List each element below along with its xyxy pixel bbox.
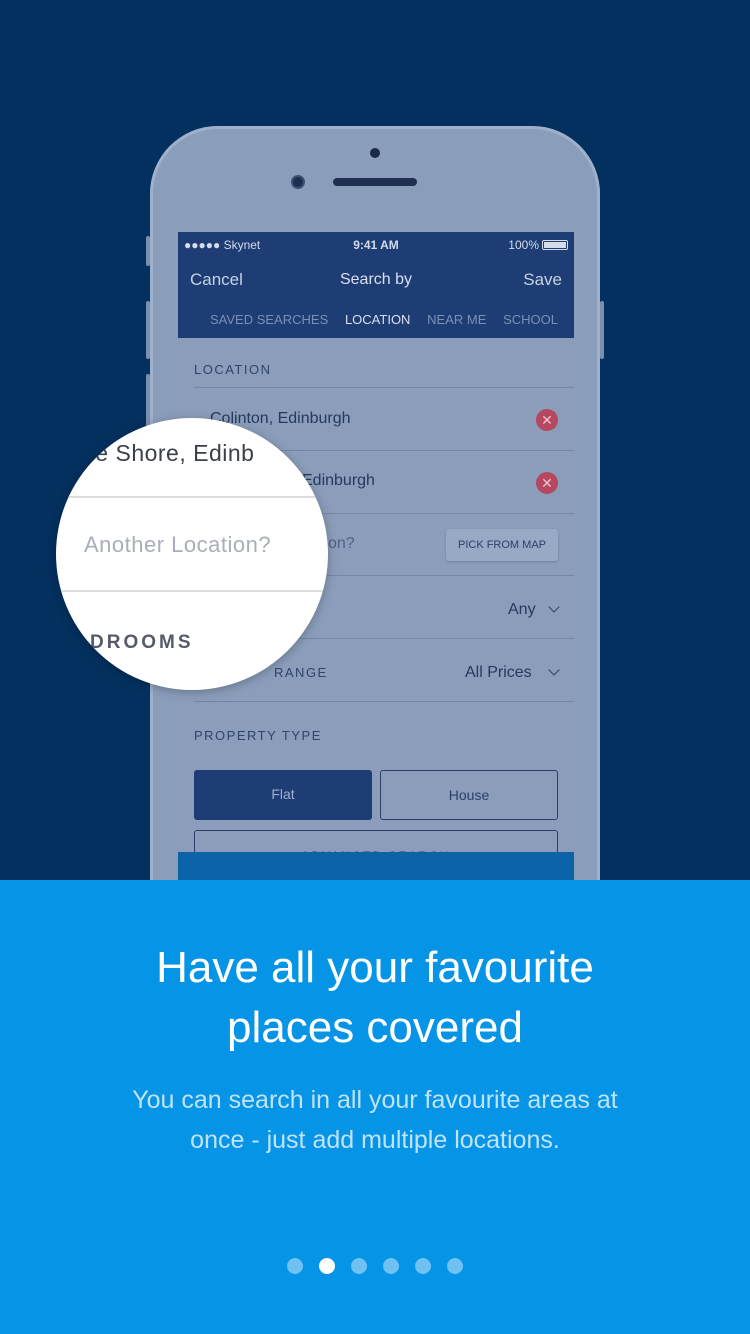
page-dot[interactable] xyxy=(447,1258,463,1274)
divider xyxy=(56,496,328,498)
battery-icon xyxy=(542,240,568,250)
page-dot[interactable] xyxy=(415,1258,431,1274)
tab-location[interactable]: LOCATION xyxy=(345,312,411,330)
search-tabs: SAVED SEARCHES LOCATION NEAR ME SCHOOL xyxy=(178,312,574,330)
battery-percent: 100% xyxy=(508,238,539,252)
description-line-1: You can search in all your favourite are… xyxy=(132,1086,618,1114)
magnified-bedrooms-label: DROOMS xyxy=(90,632,194,653)
divider xyxy=(194,701,574,702)
remove-location-2-button[interactable]: ✕ xyxy=(536,472,558,494)
onboarding-description: You can search in all your favourite are… xyxy=(80,1080,670,1160)
tab-school[interactable]: SCHOOL xyxy=(503,312,558,330)
tab-near-me[interactable]: NEAR ME xyxy=(427,312,486,330)
page-indicator xyxy=(0,1258,750,1274)
earpiece-speaker xyxy=(333,178,417,186)
front-camera xyxy=(291,175,305,189)
chevron-down-icon xyxy=(548,601,560,613)
magnified-location-placeholder: Another Location? xyxy=(84,532,272,557)
divider xyxy=(194,387,574,388)
volume-up-button xyxy=(146,301,150,359)
page-dot[interactable] xyxy=(287,1258,303,1274)
page-dot[interactable] xyxy=(383,1258,399,1274)
status-bar: ●●●●● Skynet 9:41 AM 100% xyxy=(184,238,568,252)
bedrooms-value[interactable]: Any xyxy=(508,601,536,619)
page-dot[interactable] xyxy=(319,1258,335,1274)
price-range-label: RANGE xyxy=(274,665,328,680)
mute-switch xyxy=(146,236,150,266)
remove-location-1-button[interactable]: ✕ xyxy=(536,409,558,431)
page-dot[interactable] xyxy=(351,1258,367,1274)
onboarding-headline: Have all your favourite places covered xyxy=(0,938,750,1058)
price-value[interactable]: All Prices xyxy=(465,664,532,682)
proximity-sensor xyxy=(370,148,380,158)
divider xyxy=(56,590,328,592)
location-item-2: Edinburgh xyxy=(302,472,375,489)
location-section-label: LOCATION xyxy=(194,362,272,377)
pick-from-map-button[interactable]: PICK FROM MAP xyxy=(446,529,558,561)
navigation-bar: ●●●●● Skynet 9:41 AM 100% Cancel Search … xyxy=(178,232,574,338)
volume-down-button xyxy=(146,374,150,432)
magnified-location-text: he Shore, Edinb xyxy=(82,440,255,466)
house-button[interactable]: House xyxy=(380,770,558,820)
description-line-2: once - just add multiple locations. xyxy=(190,1126,560,1154)
battery-indicator: 100% xyxy=(508,238,568,252)
property-type-label: PROPERTY TYPE xyxy=(194,728,322,743)
save-button[interactable]: Save xyxy=(523,270,562,290)
magnifier-callout: he Shore, Edinb Another Location? DROOMS xyxy=(56,418,328,690)
headline-line-2: places covered xyxy=(227,1003,523,1052)
flat-button[interactable]: Flat xyxy=(194,770,372,820)
another-location-input[interactable]: on? xyxy=(328,535,355,553)
headline-line-1: Have all your favourite xyxy=(156,943,594,992)
tab-saved-searches[interactable]: SAVED SEARCHES xyxy=(210,312,328,330)
nav-title: Search by xyxy=(339,271,413,288)
onboarding-panel: Have all your favourite places covered Y… xyxy=(0,880,750,1334)
power-button xyxy=(600,301,604,359)
chevron-down-icon xyxy=(548,664,560,676)
